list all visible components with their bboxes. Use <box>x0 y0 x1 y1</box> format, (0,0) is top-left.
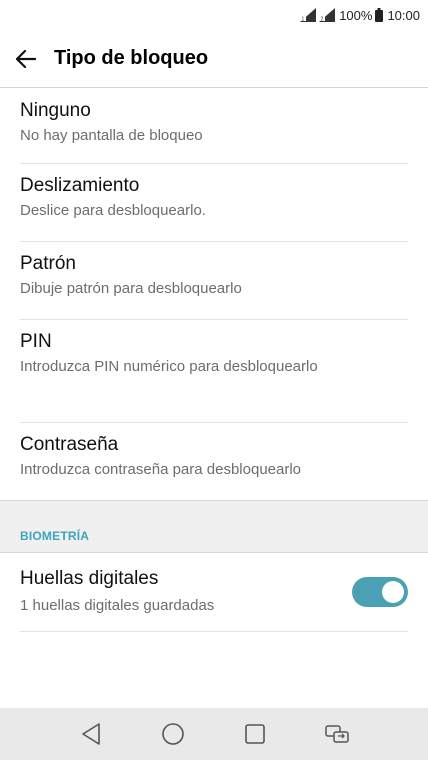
option-subtitle: Introduzca PIN numérico para desbloquear… <box>20 358 318 375</box>
battery-icon <box>375 8 384 22</box>
home-icon <box>162 723 184 745</box>
navigation-bar <box>0 708 428 760</box>
nav-back-button[interactable] <box>50 708 132 760</box>
fingerprints-title: Huellas digitales <box>20 568 159 589</box>
option-title: Deslizamiento <box>20 175 140 196</box>
option-subtitle: Deslice para desbloquearlo. <box>20 202 206 219</box>
nav-home-button[interactable] <box>132 708 214 760</box>
option-subtitle: Dibuje patrón para desbloquearlo <box>20 280 242 297</box>
fingerprints-subtitle: 1 huellas digitales guardadas <box>20 597 215 614</box>
fingerprints-row[interactable]: Huellas digitales 1 huellas digitales gu… <box>0 553 428 632</box>
option-title: Ninguno <box>20 100 91 121</box>
back-icon <box>82 723 100 745</box>
divider <box>20 631 408 632</box>
biometrics-section-header: BIOMETRÍA <box>0 500 428 553</box>
section-label: BIOMETRÍA <box>20 529 90 543</box>
option-title: PIN <box>20 331 52 352</box>
nav-dual-window-button[interactable] <box>296 708 378 760</box>
lock-option-none[interactable]: Ninguno No hay pantalla de bloqueo <box>0 89 428 164</box>
option-subtitle: Introduzca contraseña para desbloquearlo <box>20 461 302 478</box>
back-arrow-icon[interactable] <box>14 47 38 71</box>
lock-option-swipe[interactable]: Deslizamiento Deslice para desbloquearlo… <box>0 164 428 242</box>
lock-option-password[interactable]: Contraseña Introduzca contraseña para de… <box>0 423 428 500</box>
sim1-signal-icon: 1 <box>300 8 317 23</box>
option-title: Contraseña <box>20 434 119 455</box>
svg-text:1: 1 <box>302 17 305 23</box>
lock-type-list: Ninguno No hay pantalla de bloqueo Desli… <box>0 89 428 500</box>
battery-percent: 100% <box>339 7 373 23</box>
fingerprints-toggle[interactable] <box>352 577 408 607</box>
toggle-knob <box>382 581 404 603</box>
svg-text:2: 2 <box>321 17 324 23</box>
clock: 10:00 <box>387 7 420 23</box>
option-subtitle: No hay pantalla de bloqueo <box>20 127 203 144</box>
nav-recents-button[interactable] <box>214 708 296 760</box>
app-bar: Tipo de bloqueo <box>0 30 428 88</box>
lock-option-pattern[interactable]: Patrón Dibuje patrón para desbloquearlo <box>0 242 428 320</box>
status-bar: 1 2 100% 10:00 <box>0 0 428 30</box>
sim2-signal-icon: 2 <box>319 8 336 23</box>
option-title: Patrón <box>20 253 76 274</box>
dual-window-icon <box>325 725 349 743</box>
lock-option-pin[interactable]: PIN Introduzca PIN numérico para desbloq… <box>0 320 428 423</box>
page-title: Tipo de bloqueo <box>54 47 209 69</box>
recents-icon <box>245 724 265 744</box>
